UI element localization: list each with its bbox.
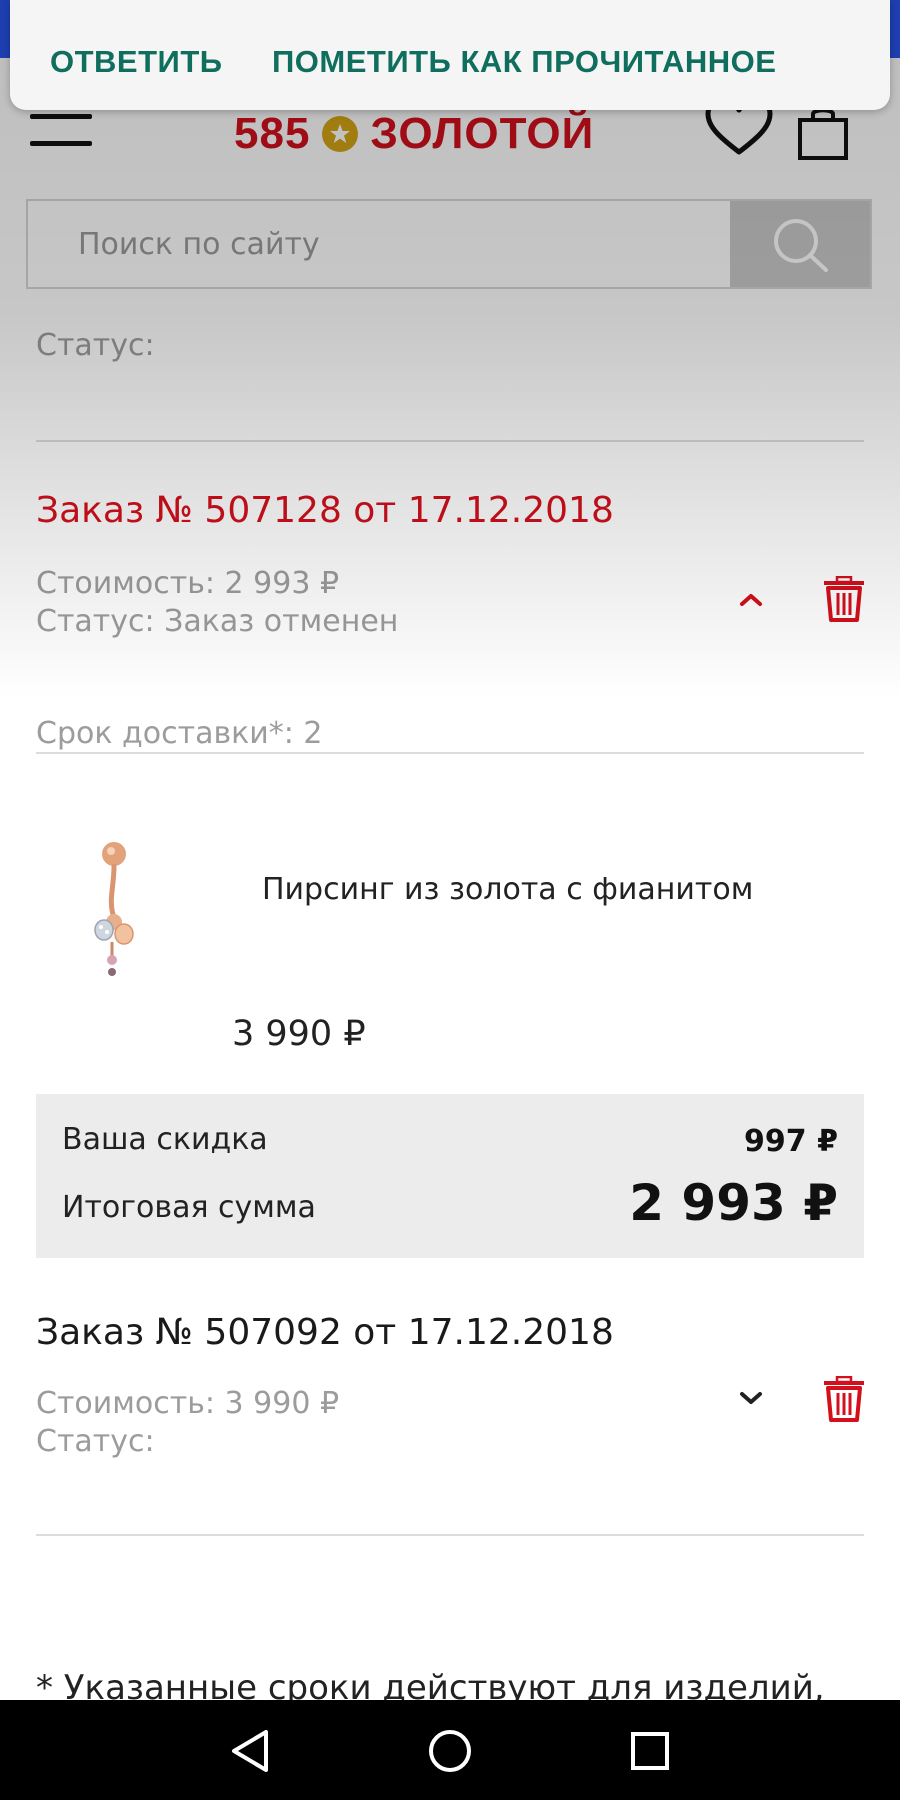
recent-apps-icon[interactable] bbox=[625, 1726, 675, 1776]
footnote: * Указанные сроки действуют для изделий, bbox=[36, 1668, 825, 1700]
home-icon[interactable] bbox=[425, 1726, 475, 1776]
discount-value: 997 ₽ bbox=[744, 1124, 838, 1159]
divider bbox=[36, 752, 864, 754]
trash-icon[interactable] bbox=[822, 1375, 866, 1422]
divider bbox=[36, 440, 864, 442]
order-title[interactable]: Заказ № 507128 от 17.12.2018 bbox=[36, 490, 614, 531]
trash-icon[interactable] bbox=[822, 575, 866, 622]
search-icon bbox=[774, 219, 828, 272]
reply-button[interactable]: ОТВЕТИТЬ bbox=[50, 44, 223, 80]
search-button[interactable] bbox=[730, 201, 870, 287]
order-status: Статус: Заказ отменен bbox=[36, 604, 399, 639]
order-title[interactable]: Заказ № 507092 от 17.12.2018 bbox=[36, 1312, 614, 1353]
search-bar bbox=[26, 199, 872, 289]
divider bbox=[36, 1534, 864, 1536]
shopping-bag-icon[interactable] bbox=[796, 106, 850, 160]
order-status: Статус: bbox=[36, 1424, 155, 1459]
total-label: Итоговая сумма bbox=[62, 1190, 316, 1225]
order-summary: Ваша скидка 997 ₽ Итоговая сумма 2 993 ₽ bbox=[36, 1094, 864, 1258]
notification-card[interactable]: ОТВЕТИТЬ ПОМЕТИТЬ КАК ПРОЧИТАННОЕ bbox=[10, 0, 890, 110]
order-cost: Стоимость: 2 993 ₽ bbox=[36, 566, 340, 601]
logo-text: ЗОЛОТОЙ bbox=[370, 109, 595, 158]
site-logo[interactable]: 585 ЗОЛОТОЙ bbox=[234, 106, 594, 162]
chevron-down-icon[interactable] bbox=[734, 1386, 768, 1410]
back-icon[interactable] bbox=[226, 1726, 276, 1776]
product-name[interactable]: Пирсинг из золота с фианитом bbox=[262, 872, 753, 907]
discount-label: Ваша скидка bbox=[62, 1122, 268, 1157]
system-nav-bar bbox=[0, 1700, 900, 1800]
total-value: 2 993 ₽ bbox=[629, 1174, 838, 1232]
logo-number: 585 bbox=[234, 109, 311, 158]
delivery-term: Срок доставки*: 2 bbox=[36, 716, 323, 751]
chevron-up-icon[interactable] bbox=[734, 588, 768, 612]
product-price: 3 990 ₽ bbox=[232, 1014, 366, 1054]
mark-as-read-button[interactable]: ПОМЕТИТЬ КАК ПРОЧИТАННОЕ bbox=[272, 44, 776, 80]
product-image[interactable] bbox=[60, 818, 210, 988]
star-icon bbox=[322, 116, 359, 152]
order-cost: Стоимость: 3 990 ₽ bbox=[36, 1386, 340, 1421]
previous-order-status: Статус: bbox=[36, 328, 155, 363]
app-content: 585 ЗОЛОТОЙ Статус: Заказ № 507128 от 17… bbox=[0, 0, 900, 1700]
menu-icon[interactable] bbox=[30, 114, 92, 146]
search-input[interactable] bbox=[28, 201, 730, 287]
